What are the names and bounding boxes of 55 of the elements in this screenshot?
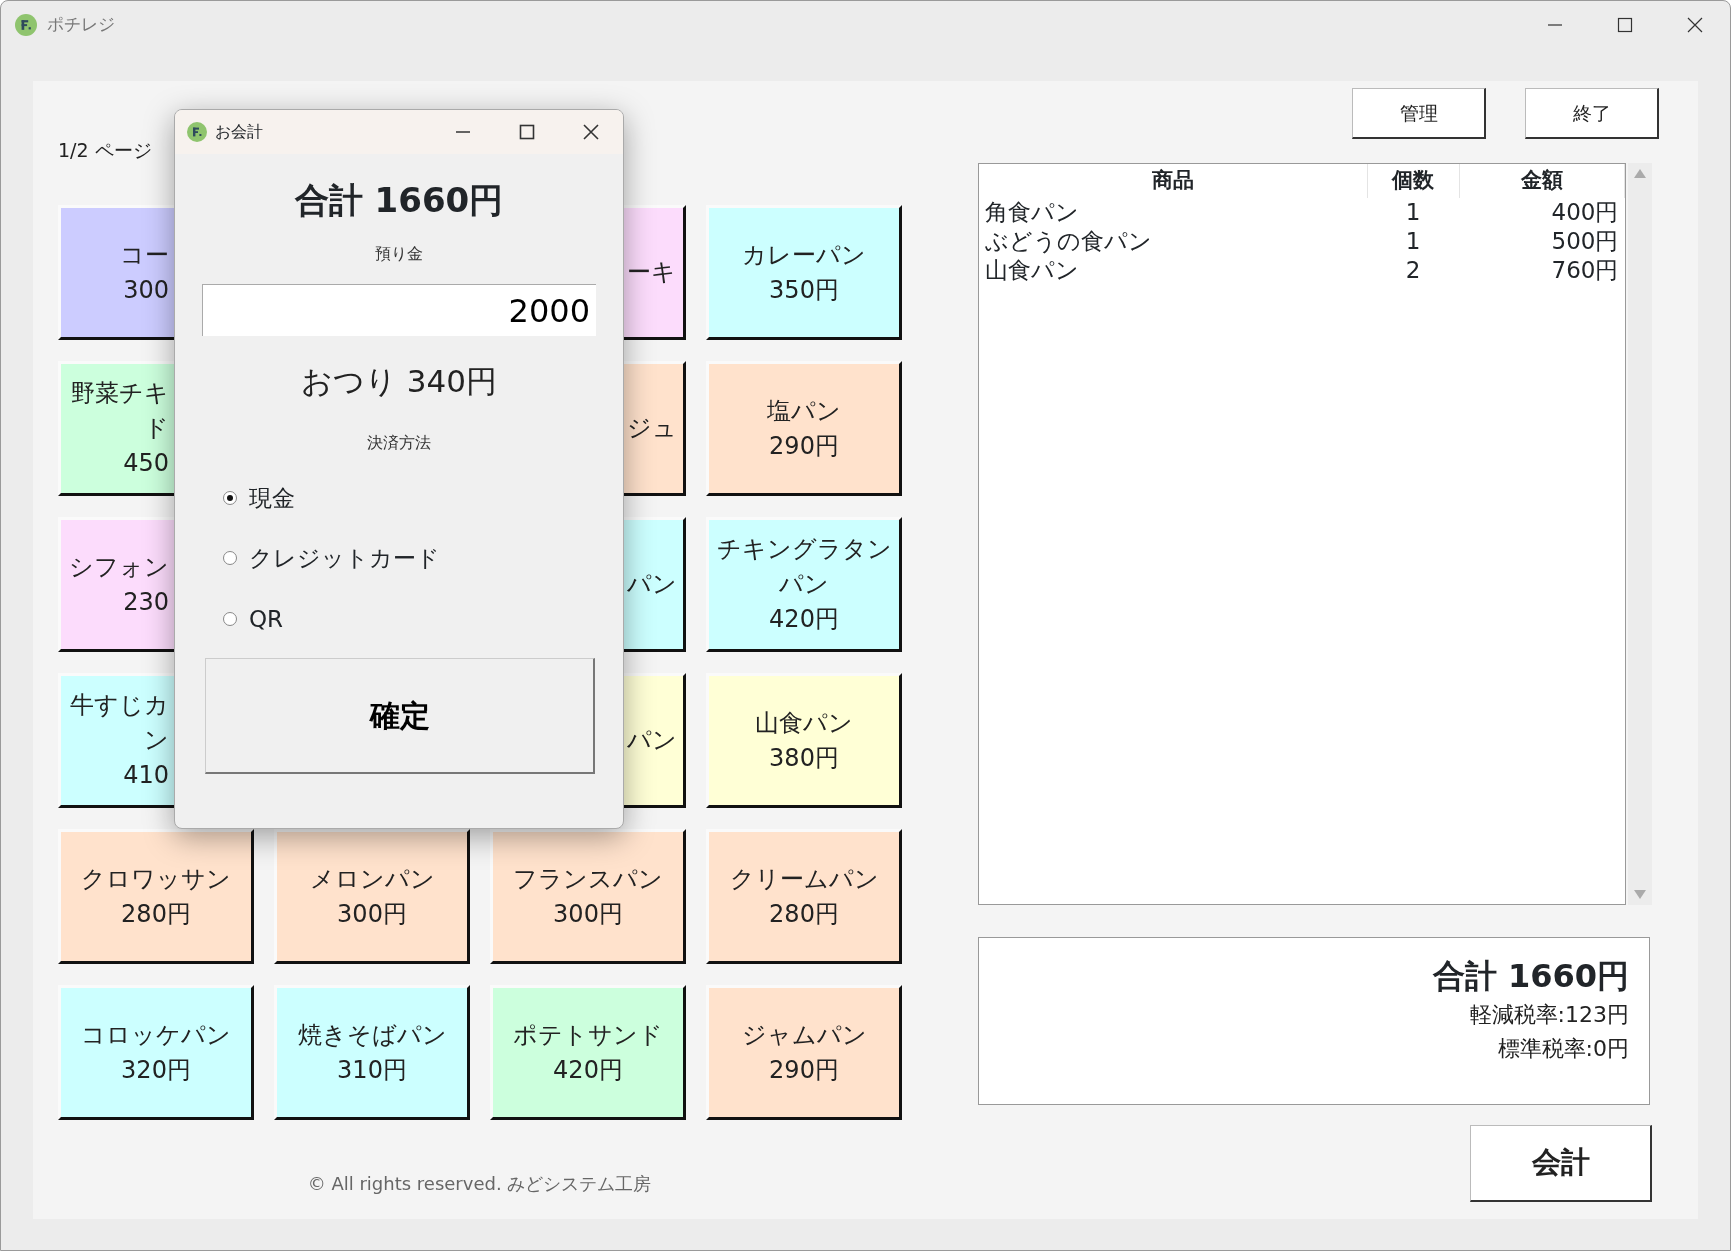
scroll-up-icon[interactable]: [1634, 169, 1646, 178]
toolbar-button[interactable]: 管理: [1352, 88, 1486, 139]
payment-method-label: 決済方法: [367, 431, 431, 454]
column-header: 個数: [1367, 164, 1459, 198]
table-cell: 400円: [1459, 197, 1625, 227]
total-amount: 合計 1660円: [1432, 956, 1629, 997]
maximize-icon: [519, 124, 535, 140]
product-button[interactable]: 塩パン 290円: [706, 361, 902, 496]
window-title: ポチレジ: [47, 13, 115, 37]
table-cell: 1: [1367, 197, 1459, 227]
standard-tax-text: 標準税率:0円: [1497, 1035, 1629, 1063]
minimize-icon: [455, 131, 471, 133]
table-cell-text: ぶどうの食パン: [984, 226, 1153, 256]
radio-button[interactable]: [223, 611, 237, 626]
app-icon: [15, 14, 37, 36]
product-button[interactable]: 山食パン 380円: [706, 673, 902, 808]
product-button[interactable]: クリームパン 280円: [706, 829, 902, 964]
deposit-label: 預り金: [375, 243, 423, 265]
toolbar-button[interactable]: 終了: [1525, 88, 1659, 139]
close-icon: [583, 124, 599, 140]
product-button[interactable]: メロンパン 300円: [274, 829, 470, 964]
product-button[interactable]: 焼きそばパン 310円: [274, 985, 470, 1120]
product-button[interactable]: ポテトサンド 420円: [490, 985, 686, 1120]
product-button[interactable]: カレーパン 350円: [706, 205, 902, 340]
column-header: 金額: [1459, 164, 1625, 198]
close-icon: [1687, 17, 1703, 33]
dialog-title: お会計: [215, 121, 263, 143]
app-icon: [187, 122, 207, 142]
checkout-button[interactable]: 会計: [1470, 1125, 1652, 1202]
product-button[interactable]: クロワッサン 280円: [58, 829, 254, 964]
table-cell: 角食パン: [979, 197, 1368, 227]
radio-button[interactable]: [223, 490, 237, 505]
table-cell-text: 760円: [1550, 255, 1620, 285]
radio-button[interactable]: [223, 551, 237, 566]
minimize-icon: [1547, 24, 1563, 26]
product-button[interactable]: ジャムパン 290円: [706, 985, 902, 1120]
column-header: 商品: [979, 164, 1368, 198]
table-cell-text: 500円: [1550, 226, 1620, 256]
product-button[interactable]: フランスパン 300円: [490, 829, 686, 964]
maximize-icon: [1617, 17, 1633, 33]
table-cell-text: 山食パン: [984, 255, 1080, 285]
change-text: おつり 340円: [301, 362, 497, 401]
order-list[interactable]: 商品 個数 金額 角食パン 1 400円 ぶどうの食パン 1 500円 山食パン 2 760円: [978, 163, 1626, 905]
table-cell-text: 1: [1404, 226, 1422, 256]
reduced-tax-text: 軽減税率:123円: [1469, 1001, 1629, 1029]
scrollbar[interactable]: [1628, 163, 1652, 905]
confirm-button[interactable]: 確定: [205, 658, 595, 774]
table-cell-text: 2: [1404, 255, 1422, 285]
product-button[interactable]: コロッケパン 320円: [58, 985, 254, 1120]
deposit-input[interactable]: 2000: [202, 284, 596, 336]
page-label: 1/2 ページ: [58, 138, 153, 162]
product-button[interactable]: チキングラタン パン 420円: [706, 517, 902, 652]
dialog-total: 合計 1660円: [294, 179, 504, 222]
scroll-down-icon[interactable]: [1634, 890, 1646, 899]
copyright-text: © All rights reserved. みどシステム工房: [307, 1172, 652, 1196]
